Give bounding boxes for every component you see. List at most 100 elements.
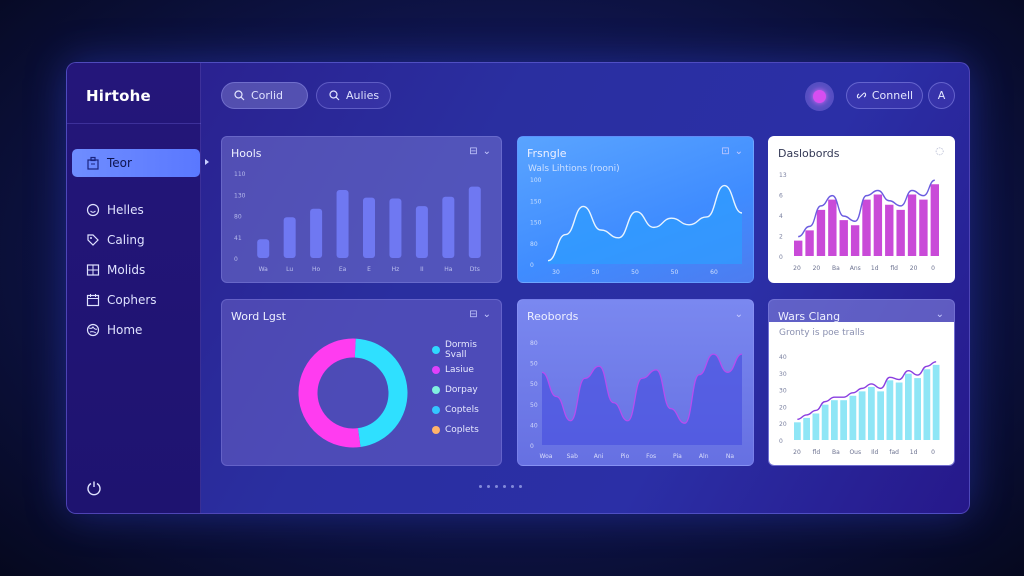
bar xyxy=(932,364,940,440)
frsngle-area-chart: 100 150 150 80 0 30 50 50 50 60 xyxy=(530,177,743,276)
y-tick-label: 30 xyxy=(779,388,787,395)
bar xyxy=(363,197,375,258)
bar xyxy=(415,206,428,258)
x-tick-label: Ild xyxy=(871,449,878,456)
sidebar-item-label: Teor xyxy=(107,156,132,170)
page-dot[interactable] xyxy=(479,485,482,488)
y-tick-label: 0 xyxy=(779,438,783,445)
legend-swatch xyxy=(432,386,440,394)
legend-item: Coplets xyxy=(432,420,501,440)
grid-icon xyxy=(86,263,100,277)
bar xyxy=(831,400,838,440)
y-tick-label: 0 xyxy=(530,443,534,450)
dashboard-window: Hirtohe Teor Helles Caling Molids Copher… xyxy=(66,62,970,514)
page-dot[interactable] xyxy=(503,485,506,488)
sidebar-item-cophers[interactable]: Cophers xyxy=(72,287,200,313)
donut-legend: Dormis Svall Lasiue Dorpay Coptels Cople… xyxy=(432,340,501,440)
bar xyxy=(895,382,903,440)
bar xyxy=(914,378,921,440)
y-tick-label: 150 xyxy=(530,198,542,205)
bar xyxy=(794,422,801,440)
x-tick-label: 0 xyxy=(931,265,935,272)
bar xyxy=(849,395,857,440)
bar xyxy=(336,190,349,258)
x-tick-label: 1d xyxy=(871,265,879,272)
user-button[interactable]: A xyxy=(928,82,955,109)
legend-swatch xyxy=(432,366,440,374)
sidebar-item-helles[interactable]: Helles xyxy=(72,197,200,223)
x-tick-label: 50 xyxy=(631,269,639,276)
legend-item: Dormis Svall xyxy=(432,340,501,360)
bar xyxy=(850,225,860,256)
building-icon xyxy=(86,156,100,170)
area-fill xyxy=(542,354,742,445)
sidebar-item-label: Helles xyxy=(107,203,144,217)
wars-clang-card: Wars Clang ⌄ Gronty is poe tralls 40 30 30… xyxy=(768,299,955,466)
legend-swatch xyxy=(432,406,440,414)
bar xyxy=(919,199,928,256)
y-tick-label: 30 xyxy=(779,371,787,378)
link-icon xyxy=(856,90,867,101)
wars-clang-combo-chart: 40 30 30 20 20 0 20 fld Ba Ous Ild fad 1d 0 xyxy=(779,354,940,456)
sidebar-item-label: Caling xyxy=(107,233,145,247)
sidebar: Hirtohe Teor Helles Caling Molids Copher… xyxy=(67,63,201,513)
page-dot[interactable] xyxy=(495,485,498,488)
x-tick-label: Lu xyxy=(286,266,293,273)
bar xyxy=(930,184,939,256)
bar xyxy=(257,239,270,258)
y-tick-label: 50 xyxy=(530,402,538,409)
bar xyxy=(803,417,810,440)
x-tick-label: Pia xyxy=(673,453,682,460)
y-tick-label: 80 xyxy=(234,214,242,221)
user-button-label: A xyxy=(937,89,946,102)
sidebar-item-molids[interactable]: Molids xyxy=(72,257,200,283)
bar xyxy=(868,386,875,440)
legend-swatch xyxy=(432,426,440,434)
frsngle-card: Frsngle Wals Lihtions (rooni) ⊡ ⌄ 100 150… xyxy=(517,136,754,283)
sidebar-item-caling[interactable]: Caling xyxy=(72,227,200,253)
x-tick-label: fld xyxy=(890,265,898,272)
page-indicator[interactable] xyxy=(479,485,522,488)
x-tick-label: fld xyxy=(813,449,821,456)
filter-pill[interactable]: Aulies xyxy=(316,82,391,109)
x-tick-label: Ha xyxy=(444,266,453,273)
brand-logo: Hirtohe xyxy=(86,87,151,105)
y-tick-label: 130 xyxy=(234,192,246,199)
wars-clang-subtitle: Gronty is poe tralls xyxy=(779,328,865,338)
bar xyxy=(442,196,455,258)
calendar-icon xyxy=(86,293,100,307)
x-tick-label: Hz xyxy=(392,266,400,273)
y-tick-label: 0 xyxy=(234,256,238,263)
bar xyxy=(873,194,883,256)
x-tick-label: Ani xyxy=(594,453,604,460)
search-pill-label: Corlid xyxy=(251,89,284,102)
x-tick-label: Ea xyxy=(339,266,347,273)
sidebar-item-teor[interactable]: Teor xyxy=(72,149,200,177)
page-dot[interactable] xyxy=(511,485,514,488)
y-tick-label: 50 xyxy=(530,381,538,388)
daslobords-card: Daslobords ◌ 13 6 4 2 0 20 20 Ba Ans 1d fld 20 0 xyxy=(768,136,955,283)
bar xyxy=(816,209,826,256)
bar xyxy=(858,391,866,440)
bar xyxy=(389,198,402,258)
sidebar-item-home[interactable]: Home xyxy=(72,317,200,343)
y-tick-label: 2 xyxy=(779,234,783,241)
page-dot[interactable] xyxy=(519,485,522,488)
y-tick-label: 13 xyxy=(779,172,787,179)
connect-button[interactable]: Connell xyxy=(846,82,923,109)
x-tick-label: Dts xyxy=(470,266,480,273)
bar xyxy=(828,199,837,256)
reobords-area-chart: 80 50 50 50 40 0 Woa Sab Ani Pio Fos Pia Aln Na xyxy=(530,340,743,460)
status-avatar[interactable] xyxy=(805,82,834,111)
legend-item: Lasiue xyxy=(432,360,501,380)
x-tick-label: 1d xyxy=(910,449,918,456)
search-icon xyxy=(329,90,340,101)
pie-slice xyxy=(354,338,408,447)
power-icon[interactable] xyxy=(86,480,102,496)
page-dot[interactable] xyxy=(487,485,490,488)
bar xyxy=(468,186,481,258)
x-tick-label: Pio xyxy=(620,453,629,460)
bar xyxy=(805,230,814,256)
search-pill[interactable]: Corlid xyxy=(221,82,308,109)
legend-item: Coptels xyxy=(432,400,501,420)
